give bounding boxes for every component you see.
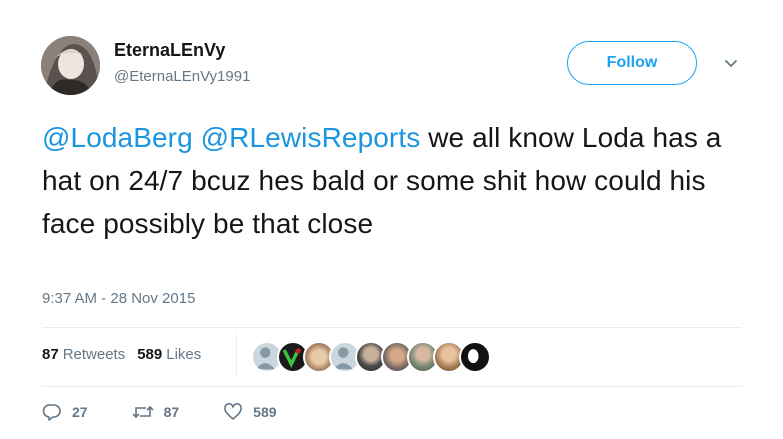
liker-avatar[interactable]	[459, 341, 491, 373]
display-name[interactable]: EternaLEnVy	[114, 40, 225, 61]
divider-bottom	[42, 386, 742, 387]
likes-count: 589	[137, 346, 163, 363]
avatar[interactable]	[41, 36, 100, 95]
retweet-count: 87	[163, 404, 180, 420]
chevron-down-icon[interactable]	[724, 59, 738, 69]
tweet-timestamp[interactable]: 9:37 AM - 28 Nov 2015	[42, 290, 195, 307]
engagement-stats: 87 Retweets 589 Likes	[42, 346, 213, 363]
user-handle[interactable]: @EternaLEnVy1991	[114, 68, 250, 85]
reply-count: 27	[72, 404, 88, 420]
likes-stat[interactable]: 589 Likes	[137, 346, 201, 363]
retweet-icon	[132, 406, 154, 418]
follow-button[interactable]: Follow	[567, 41, 697, 85]
retweets-label: Retweets	[62, 346, 126, 363]
mention-rlewisreports[interactable]: @RLewisReports	[201, 122, 421, 153]
stats-separator	[236, 334, 237, 376]
retweets-count: 87	[42, 346, 59, 363]
tweet-actions: 27 87 589	[42, 402, 321, 422]
reply-icon	[42, 404, 61, 421]
like-count: 589	[253, 404, 277, 420]
like-icon	[224, 403, 242, 420]
like-action[interactable]: 589	[223, 402, 277, 422]
likes-label: Likes	[166, 346, 202, 363]
mention-lodaberg[interactable]: @LodaBerg	[42, 122, 193, 153]
retweet-action[interactable]: 87	[132, 402, 180, 422]
retweets-stat[interactable]: 87 Retweets	[42, 346, 125, 363]
divider-top	[42, 327, 742, 328]
tweet-text: @LodaBerg @RLewisReports we all know Lod…	[42, 116, 757, 245]
likers-avatars	[251, 341, 491, 373]
reply-action[interactable]: 27	[42, 402, 88, 422]
